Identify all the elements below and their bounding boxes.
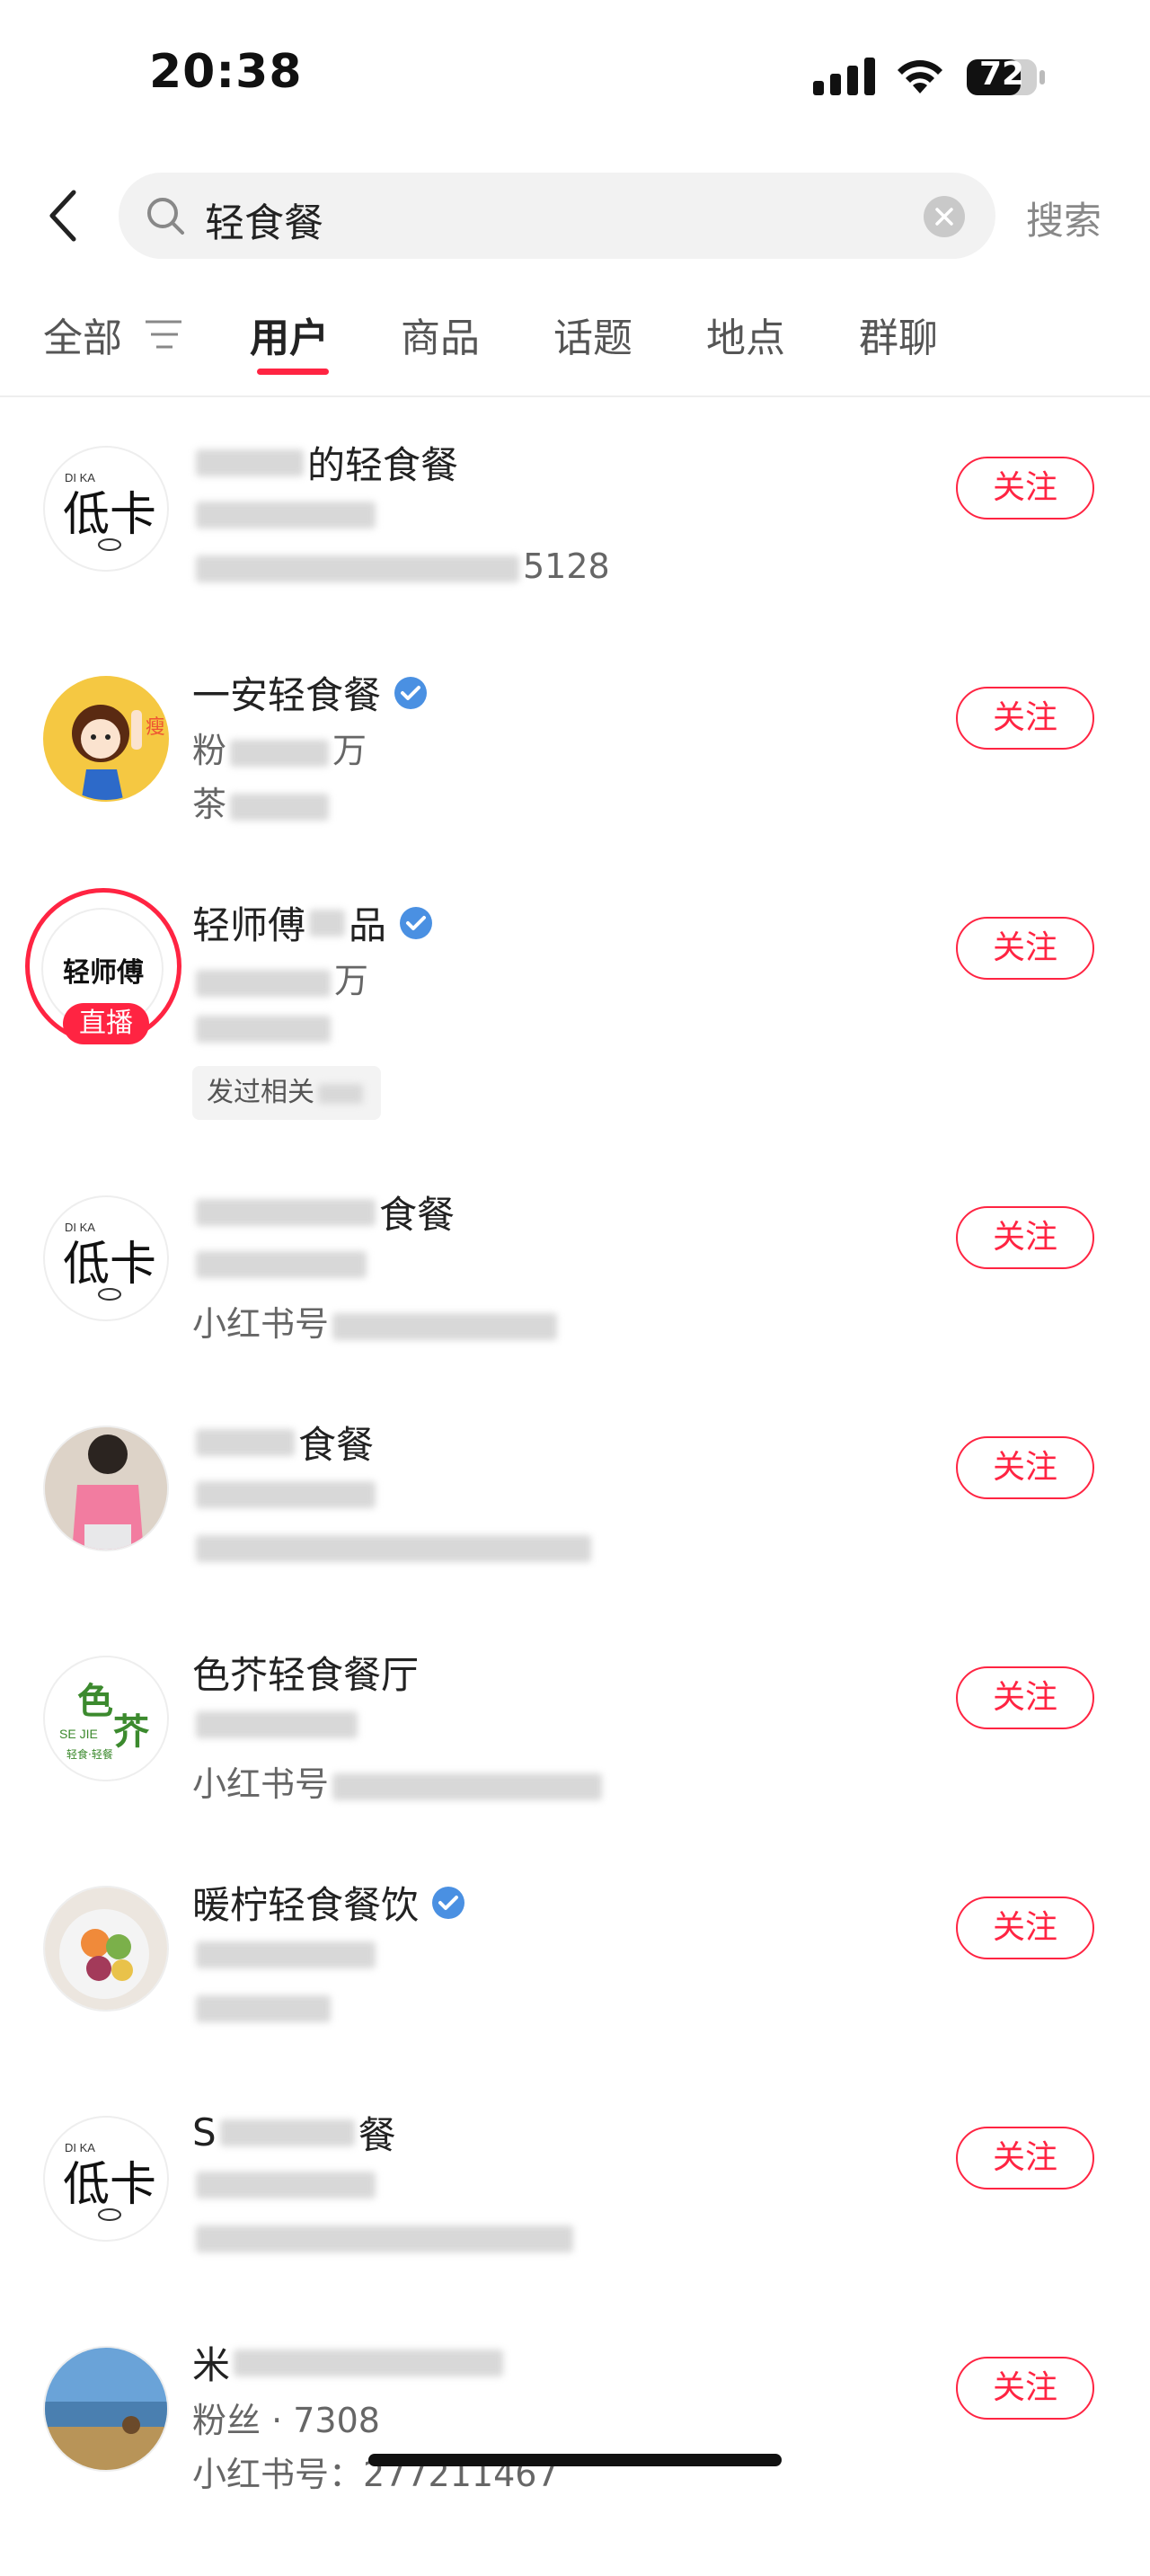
- svg-text:SE JIE: SE JIE: [59, 1727, 98, 1741]
- avatar[interactable]: 瘦: [43, 676, 169, 802]
- related-post-tag: 发过相关: [192, 1066, 381, 1120]
- user-name: 轻师傅品: [192, 895, 433, 950]
- user-fans: 粉万: [192, 731, 367, 770]
- user-name: S餐: [192, 2110, 396, 2157]
- user-result-row[interactable]: DI KA 低卡 的轻食餐 5128 关注: [0, 443, 1150, 676]
- user-id: 小红书号: [192, 1296, 561, 1346]
- user-category: [192, 1986, 334, 2026]
- search-button[interactable]: 搜索: [1026, 191, 1101, 245]
- avatar[interactable]: DI KA 低卡: [43, 446, 169, 572]
- user-category: 茶: [192, 777, 332, 826]
- search-icon: [147, 198, 184, 235]
- status-bar: 20:38 72: [0, 0, 1150, 153]
- user-name: 暖柠轻食餐饮: [192, 1875, 465, 1930]
- filter-icon[interactable]: [144, 318, 183, 351]
- user-name: 食餐: [192, 1415, 374, 1470]
- user-name: 一安轻食餐: [192, 665, 428, 720]
- user-result-row[interactable]: 食餐 关注: [0, 1423, 1150, 1656]
- clear-search-icon[interactable]: [924, 196, 965, 237]
- follow-button[interactable]: 关注: [956, 917, 1094, 980]
- cartoon-girl-avatar: 瘦: [72, 705, 165, 800]
- follow-button[interactable]: 关注: [956, 1206, 1094, 1269]
- pink-shirt-photo: [45, 1427, 167, 1550]
- battery-level: 72: [978, 56, 1025, 93]
- user-fans: [192, 1472, 379, 1512]
- user-name: 的轻食餐: [192, 435, 458, 490]
- user-result-row[interactable]: 瘦 一安轻食餐 粉万 茶 关注: [0, 673, 1150, 906]
- user-result-row[interactable]: DI KA 低卡 S餐 关注: [0, 2110, 1150, 2346]
- tab-topics[interactable]: 话题: [553, 306, 632, 363]
- verified-badge-icon: [400, 906, 433, 939]
- search-input[interactable]: 轻食餐: [119, 173, 995, 259]
- svg-text:低卡: 低卡: [63, 488, 156, 542]
- user-id: [192, 2216, 577, 2256]
- tab-all[interactable]: 全部: [43, 306, 122, 363]
- verified-badge-icon: [394, 676, 428, 709]
- user-result-row[interactable]: 轻师傅 直播 轻师傅品 万 发过相关 关注: [0, 888, 1150, 1136]
- user-id: 小红书号: [192, 1756, 606, 1806]
- back-arrow-icon[interactable]: [45, 187, 81, 244]
- user-result-row[interactable]: 色 芥 SE JIE 轻食·轻餐 色芥轻食餐厅 小红书号 关注: [0, 1653, 1150, 1886]
- user-result-row[interactable]: DI KA 低卡 食餐 小红书号 关注: [0, 1193, 1150, 1426]
- follow-button[interactable]: 关注: [956, 2127, 1094, 2190]
- search-query: 轻食餐: [205, 200, 323, 246]
- avatar[interactable]: [43, 1426, 169, 1551]
- follow-button[interactable]: 关注: [956, 1896, 1094, 1959]
- dika-logo-icon: DI KA 低卡: [63, 1221, 156, 1301]
- user-fans: 万: [192, 953, 368, 1002]
- follow-button[interactable]: 关注: [956, 687, 1094, 750]
- cellular-signal-icon: [813, 58, 875, 95]
- home-indicator: [368, 2454, 782, 2466]
- user-name: 色芥轻食餐厅: [192, 1653, 420, 1697]
- dika-logo-icon: DI KA 低卡: [63, 471, 156, 551]
- dika-logo-icon: DI KA 低卡: [63, 2141, 156, 2221]
- wifi-icon: [898, 60, 942, 93]
- user-fans: [192, 2163, 379, 2202]
- user-fans: [192, 1702, 361, 1742]
- avatar[interactable]: [43, 1886, 169, 2012]
- avatar[interactable]: DI KA 低卡: [43, 2116, 169, 2242]
- user-id: 5128: [192, 546, 610, 586]
- avatar[interactable]: 色 芥 SE JIE 轻食·轻餐: [43, 1656, 169, 1781]
- user-id: [192, 1526, 595, 1566]
- user-category: [192, 1007, 334, 1046]
- follow-button[interactable]: 关注: [956, 1666, 1094, 1729]
- svg-text:芥: 芥: [113, 1711, 150, 1753]
- salad-bowl-photo: [45, 1888, 167, 2010]
- svg-text:低卡: 低卡: [63, 2158, 156, 2212]
- svg-text:轻食·轻餐: 轻食·轻餐: [66, 1747, 113, 1761]
- svg-text:DI KA: DI KA: [65, 471, 95, 484]
- svg-text:瘦: 瘦: [146, 716, 165, 739]
- follow-button[interactable]: 关注: [956, 1436, 1094, 1499]
- status-time: 20:38: [149, 45, 303, 99]
- live-badge: 直播: [63, 1003, 149, 1044]
- verified-badge-icon: [432, 1886, 465, 1919]
- avatar[interactable]: DI KA 低卡: [43, 1195, 169, 1321]
- tab-places[interactable]: 地点: [706, 306, 785, 363]
- user-fans: [192, 1242, 370, 1282]
- follow-button[interactable]: 关注: [956, 2357, 1094, 2420]
- svg-text:色: 色: [77, 1681, 113, 1722]
- sejie-logo-icon: 色 芥 SE JIE 轻食·轻餐: [59, 1681, 150, 1761]
- svg-text:DI KA: DI KA: [65, 1221, 95, 1234]
- follow-button[interactable]: 关注: [956, 457, 1094, 520]
- active-tab-indicator: [257, 369, 329, 375]
- tab-users[interactable]: 用户: [250, 306, 329, 363]
- avatar[interactable]: [43, 2346, 169, 2472]
- tab-products[interactable]: 商品: [401, 306, 480, 363]
- tab-groups[interactable]: 群聊: [859, 306, 938, 363]
- user-name: 食餐: [192, 1185, 455, 1239]
- user-fans: [192, 493, 379, 532]
- svg-text:轻师傅: 轻师傅: [63, 957, 144, 989]
- user-result-row[interactable]: 暖柠轻食餐饮 关注: [0, 1883, 1150, 2116]
- svg-text:DI KA: DI KA: [65, 2141, 95, 2154]
- landscape-photo: [45, 2348, 167, 2470]
- user-fans: [192, 1932, 379, 1972]
- user-fans: 粉丝 · 7308: [192, 2401, 380, 2440]
- result-tabs: 全部 用户 商品 话题 地点 群聊: [0, 297, 1150, 397]
- svg-text:低卡: 低卡: [63, 1238, 156, 1292]
- user-name: 米: [192, 2335, 507, 2390]
